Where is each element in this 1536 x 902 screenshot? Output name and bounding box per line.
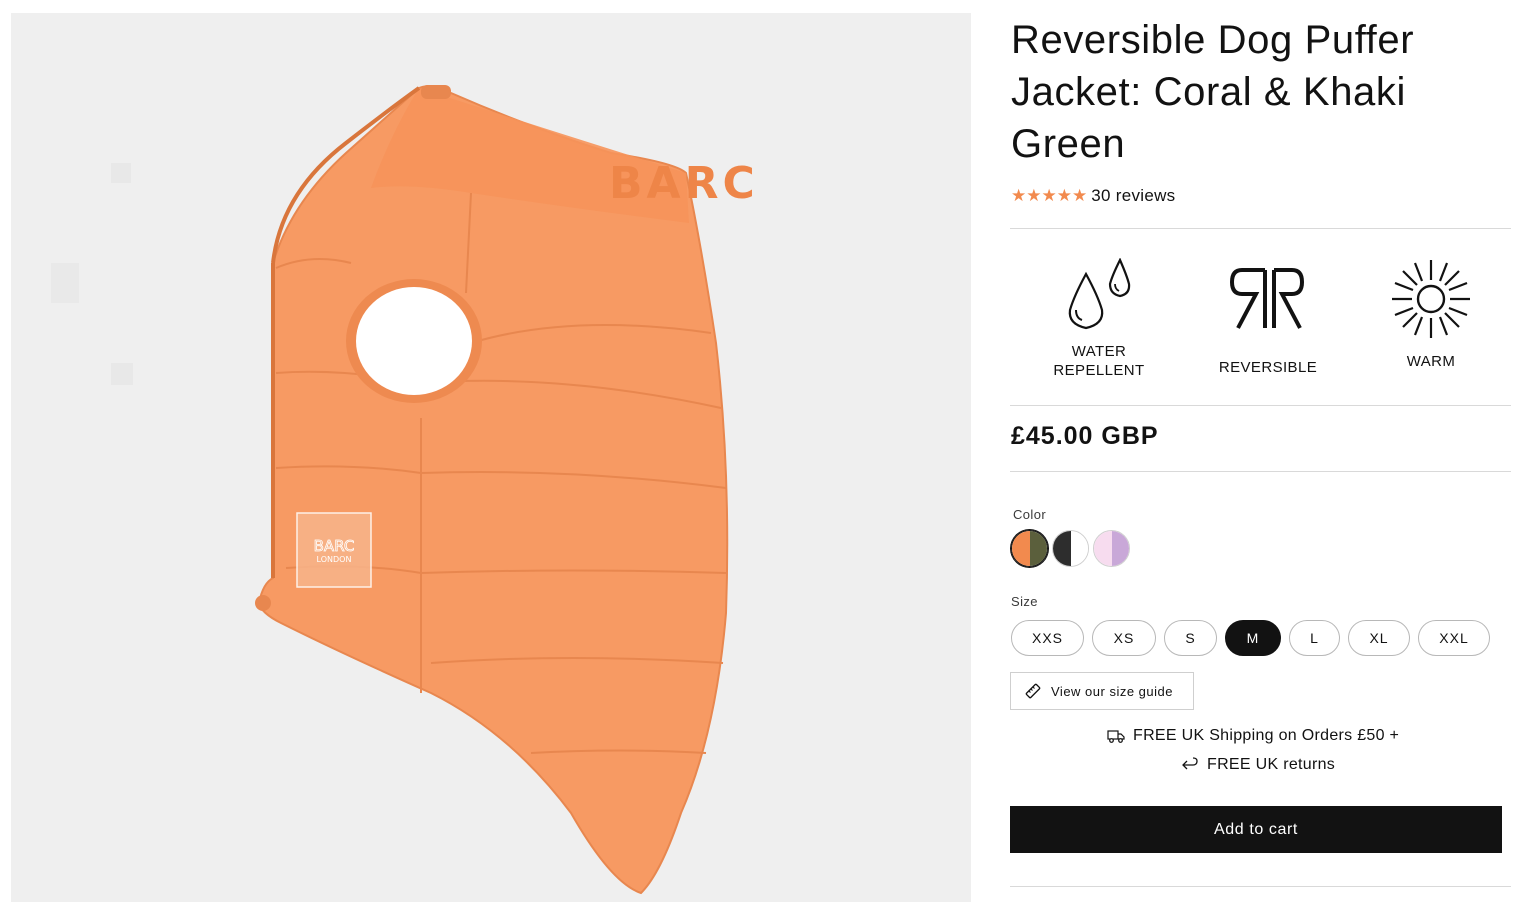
feature-water-repellent: WATER REPELLENT <box>1029 258 1169 380</box>
size-option-xxs[interactable]: XXS <box>1011 620 1084 656</box>
size-option-l[interactable]: L <box>1289 620 1340 656</box>
product-rating[interactable]: ★★★★★ 30 reviews <box>1011 185 1175 207</box>
feature-label: WARM <box>1406 353 1456 370</box>
color-label: Color <box>1013 507 1047 522</box>
feature-warm: WARM <box>1361 258 1501 371</box>
size-label: Size <box>1011 594 1038 609</box>
shipping-text: FREE UK Shipping on Orders £50 + <box>1133 727 1400 744</box>
brand-print: BARC <box>609 158 759 209</box>
svg-text:LONDON: LONDON <box>317 555 352 564</box>
jacket-illustration: BARC BARC LONDON <box>51 85 759 895</box>
leg-hole <box>356 287 472 395</box>
feature-label: WATER REPELLENT <box>1053 343 1145 379</box>
returns-text: FREE UK returns <box>1207 756 1336 773</box>
ruler-icon <box>1025 683 1041 699</box>
reviews-link[interactable]: 30 reviews <box>1091 186 1175 206</box>
size-option-m[interactable]: M <box>1225 620 1281 656</box>
svg-text:BARC: BARC <box>314 537 355 555</box>
divider <box>1010 471 1511 472</box>
water-drops-icon <box>1068 258 1131 330</box>
divider <box>1010 886 1511 887</box>
size-guide-label: View our size guide <box>1051 683 1173 699</box>
size-guide-button[interactable]: View our size guide <box>1010 672 1194 710</box>
size-option-xxl[interactable]: XXL <box>1418 620 1490 656</box>
size-option-xs[interactable]: XS <box>1092 620 1156 656</box>
reversible-icon <box>1230 268 1305 329</box>
divider <box>1010 405 1511 406</box>
color-swatches <box>1011 530 1130 567</box>
size-options: XXS XS S M L XL XXL <box>1011 620 1490 656</box>
add-to-cart-button[interactable]: Add to cart <box>1010 806 1502 853</box>
swatch-coral-khaki[interactable] <box>1011 530 1048 567</box>
returns-perk: FREE UK returns <box>1181 756 1335 774</box>
swatch-pink-lilac[interactable] <box>1093 530 1130 567</box>
truck-icon <box>1107 730 1125 743</box>
shipping-perk: FREE UK Shipping on Orders £50 + <box>1107 727 1399 745</box>
return-arrow-icon <box>1182 757 1198 770</box>
feature-list: WATER REPELLENT REVERSIBLE WARM <box>1011 258 1511 398</box>
product-price: £45.00 GBP <box>1011 422 1159 450</box>
rating-stars-icon: ★★★★★ <box>1011 186 1088 205</box>
size-option-xl[interactable]: XL <box>1348 620 1410 656</box>
feature-label: REVERSIBLE <box>1218 359 1318 376</box>
size-option-s[interactable]: S <box>1164 620 1217 656</box>
swatch-black-white[interactable] <box>1052 530 1089 567</box>
sun-icon <box>1392 260 1470 338</box>
feature-reversible: REVERSIBLE <box>1198 258 1338 377</box>
product-image[interactable]: BARC BARC LONDON <box>11 13 971 902</box>
product-title: Reversible Dog Puffer Jacket: Coral & Kh… <box>1011 18 1415 166</box>
divider <box>1010 228 1511 229</box>
